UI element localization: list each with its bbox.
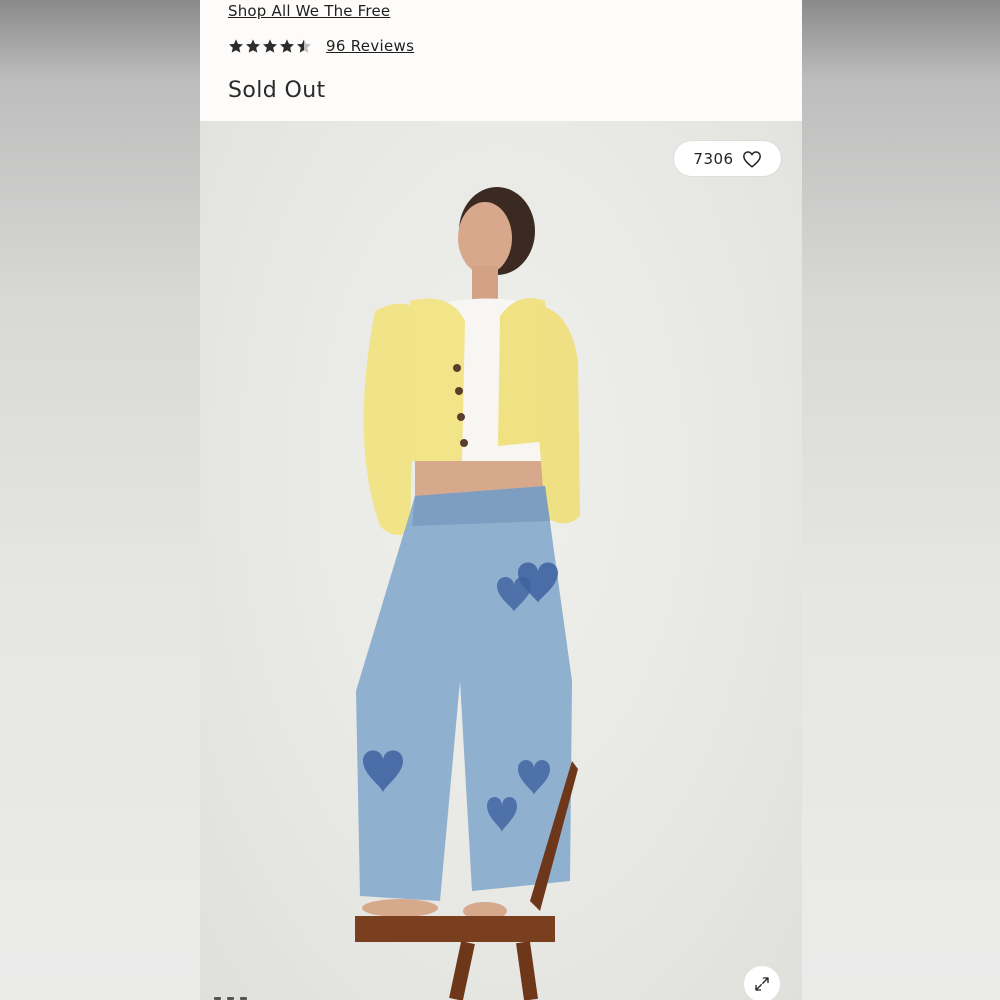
product-header: Shop All We The Free 96 Reviews Sold Out: [200, 0, 802, 121]
model-photo: [355, 187, 580, 1000]
favorite-button[interactable]: 7306: [674, 141, 781, 176]
favorites-count: 7306: [693, 149, 734, 168]
heart-icon: [742, 150, 762, 168]
rating-row: 96 Reviews: [228, 37, 414, 55]
expand-icon: [753, 975, 771, 993]
star-icon: [262, 38, 278, 54]
stock-status: Sold Out: [228, 78, 326, 103]
product-image[interactable]: 7306: [200, 121, 802, 1000]
half-star-icon: [296, 38, 312, 54]
product-page: Shop All We The Free 96 Reviews Sold Out: [200, 0, 802, 1000]
star-icon: [228, 38, 244, 54]
reviews-link[interactable]: 96 Reviews: [326, 37, 414, 55]
background-left: [0, 0, 200, 1000]
star-icon: [279, 38, 295, 54]
star-rating[interactable]: [228, 38, 312, 54]
background-right: [802, 0, 1000, 1000]
star-icon: [245, 38, 261, 54]
brand-link[interactable]: Shop All We The Free: [228, 2, 390, 20]
expand-image-button[interactable]: [744, 966, 780, 1000]
